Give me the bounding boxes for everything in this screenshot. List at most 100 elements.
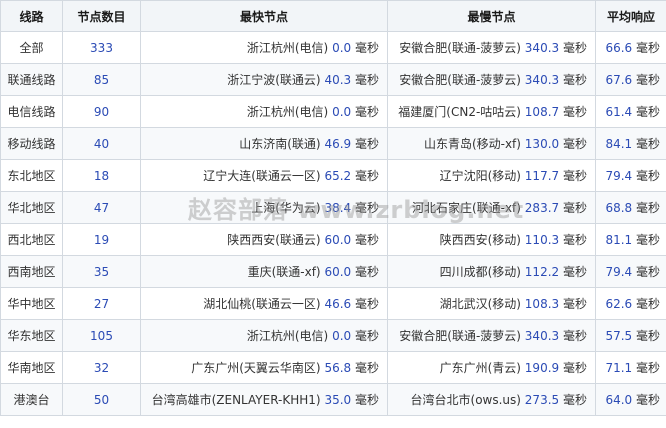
average-ms: 71.1 [605, 361, 633, 375]
fastest-node-name: 辽宁大连(联通云一区) [203, 169, 321, 183]
slowest-node-name: 广东广州(青云) [439, 361, 521, 375]
unit-label: 毫秒 [354, 265, 379, 279]
unit-label: 毫秒 [562, 265, 587, 279]
node-count: 35 [62, 255, 141, 288]
fastest-node: 陕西西安(联通云) 60.0 毫秒 [140, 223, 388, 256]
fastest-node: 重庆(联通-xf) 60.0 毫秒 [140, 255, 388, 288]
unit-label: 毫秒 [562, 329, 587, 343]
slowest-node: 安徽合肥(联通-菠萝云) 340.3 毫秒 [387, 31, 596, 64]
slowest-node-name: 福建厦门(CN2-咕咕云) [398, 105, 521, 119]
average-response: 84.1 毫秒 [595, 127, 666, 160]
average-response: 64.0 毫秒 [595, 383, 666, 416]
average-ms: 66.6 [605, 41, 633, 55]
average-response: 66.6 毫秒 [595, 31, 666, 64]
unit-label: 毫秒 [354, 169, 379, 183]
slowest-node: 湖北武汉(移动) 108.3 毫秒 [387, 287, 596, 320]
fastest-node: 浙江杭州(电信) 0.0 毫秒 [140, 31, 388, 64]
slowest-node-ms: 283.7 [524, 201, 560, 215]
slowest-node-name: 山东青岛(移动-xf) [423, 137, 521, 151]
unit-label: 毫秒 [635, 233, 660, 247]
average-ms: 79.4 [605, 169, 633, 183]
unit-label: 毫秒 [562, 233, 587, 247]
node-count: 333 [62, 31, 141, 64]
fastest-node: 湖北仙桃(联通云一区) 46.6 毫秒 [140, 287, 388, 320]
slowest-node-name: 陕西西安(移动) [439, 233, 521, 247]
fastest-node-name: 陕西西安(联通云) [227, 233, 321, 247]
average-response: 79.4 毫秒 [595, 255, 666, 288]
unit-label: 毫秒 [635, 393, 660, 407]
unit-label: 毫秒 [354, 105, 379, 119]
slowest-node-name: 安徽合肥(联通-菠萝云) [399, 73, 521, 87]
fastest-node-ms: 56.8 [324, 361, 352, 375]
table-row: 华中地区 27 湖北仙桃(联通云一区) 46.6 毫秒 湖北武汉(移动) 108.3 … [0, 287, 666, 320]
node-count: 105 [62, 319, 141, 352]
unit-label: 毫秒 [562, 41, 587, 55]
fastest-node-ms: 65.2 [324, 169, 352, 183]
unit-label: 毫秒 [354, 361, 379, 375]
average-ms: 61.4 [605, 105, 633, 119]
line-name: 华南地区 [0, 351, 63, 384]
fastest-node-ms: 35.0 [324, 393, 352, 407]
slowest-node: 福建厦门(CN2-咕咕云) 108.7 毫秒 [387, 95, 596, 128]
slowest-node-ms: 340.3 [524, 73, 560, 87]
unit-label: 毫秒 [354, 137, 379, 151]
fastest-node-ms: 46.6 [324, 297, 352, 311]
fastest-node: 浙江杭州(电信) 0.0 毫秒 [140, 95, 388, 128]
slowest-node-name: 安徽合肥(联通-菠萝云) [399, 41, 521, 55]
fastest-node-name: 台湾高雄市(ZENLAYER-KHH1) [151, 393, 321, 407]
unit-label: 毫秒 [354, 41, 379, 55]
average-ms: 68.8 [605, 201, 633, 215]
line-name: 电信线路 [0, 95, 63, 128]
slowest-node-ms: 130.0 [524, 137, 560, 151]
slowest-node-ms: 108.7 [524, 105, 560, 119]
unit-label: 毫秒 [354, 233, 379, 247]
slowest-node-ms: 273.5 [524, 393, 560, 407]
slowest-node: 辽宁沈阳(移动) 117.7 毫秒 [387, 159, 596, 192]
average-ms: 79.4 [605, 265, 633, 279]
fastest-node: 山东济南(联通) 46.9 毫秒 [140, 127, 388, 160]
average-ms: 81.1 [605, 233, 633, 247]
fastest-node: 浙江宁波(联通云) 40.3 毫秒 [140, 63, 388, 96]
unit-label: 毫秒 [354, 73, 379, 87]
fastest-node-ms: 46.9 [324, 137, 352, 151]
header-count: 节点数目 [62, 0, 141, 32]
line-name: 港澳台 [0, 383, 63, 416]
fastest-node-ms: 0.0 [332, 105, 352, 119]
table-row: 西南地区 35 重庆(联通-xf) 60.0 毫秒 四川成都(移动) 112.2 毫秒… [0, 255, 666, 288]
table-row: 西北地区 19 陕西西安(联通云) 60.0 毫秒 陕西西安(移动) 110.3 毫秒… [0, 223, 666, 256]
slowest-node-name: 辽宁沈阳(移动) [439, 169, 521, 183]
line-name: 东北地区 [0, 159, 63, 192]
unit-label: 毫秒 [562, 201, 587, 215]
line-name: 联通线路 [0, 63, 63, 96]
node-count: 85 [62, 63, 141, 96]
slowest-node: 四川成都(移动) 112.2 毫秒 [387, 255, 596, 288]
unit-label: 毫秒 [562, 297, 587, 311]
line-name: 西北地区 [0, 223, 63, 256]
unit-label: 毫秒 [354, 201, 379, 215]
slowest-node: 安徽合肥(联通-菠萝云) 340.3 毫秒 [387, 63, 596, 96]
fastest-node: 上海(华为云) 38.4 毫秒 [140, 191, 388, 224]
slowest-node: 安徽合肥(联通-菠萝云) 340.3 毫秒 [387, 319, 596, 352]
table-row: 电信线路 90 浙江杭州(电信) 0.0 毫秒 福建厦门(CN2-咕咕云) 108.7… [0, 95, 666, 128]
line-name: 西南地区 [0, 255, 63, 288]
unit-label: 毫秒 [635, 105, 660, 119]
header-row: 线路 节点数目 最快节点 最慢节点 平均响应 [0, 0, 666, 32]
node-count: 40 [62, 127, 141, 160]
average-ms: 67.6 [605, 73, 633, 87]
unit-label: 毫秒 [635, 361, 660, 375]
table-row: 联通线路 85 浙江宁波(联通云) 40.3 毫秒 安徽合肥(联通-菠萝云) 340.… [0, 63, 666, 96]
fastest-node: 台湾高雄市(ZENLAYER-KHH1) 35.0 毫秒 [140, 383, 388, 416]
table-row: 移动线路 40 山东济南(联通) 46.9 毫秒 山东青岛(移动-xf) 130.0 … [0, 127, 666, 160]
fastest-node-ms: 60.0 [324, 233, 352, 247]
fastest-node-ms: 60.0 [324, 265, 352, 279]
average-ms: 84.1 [605, 137, 633, 151]
node-count: 50 [62, 383, 141, 416]
unit-label: 毫秒 [635, 265, 660, 279]
slowest-node-name: 四川成都(移动) [439, 265, 521, 279]
table-row: 港澳台 50 台湾高雄市(ZENLAYER-KHH1) 35.0 毫秒 台湾台北市(o… [0, 383, 666, 416]
table-row: 华南地区 32 广东广州(天翼云华南区) 56.8 毫秒 广东广州(青云) 190.9… [0, 351, 666, 384]
average-response: 61.4 毫秒 [595, 95, 666, 128]
slowest-node-ms: 108.3 [524, 297, 560, 311]
latency-table: 线路 节点数目 最快节点 最慢节点 平均响应 全部 333 浙江杭州(电信) 0.0… [0, 0, 666, 416]
node-count: 47 [62, 191, 141, 224]
